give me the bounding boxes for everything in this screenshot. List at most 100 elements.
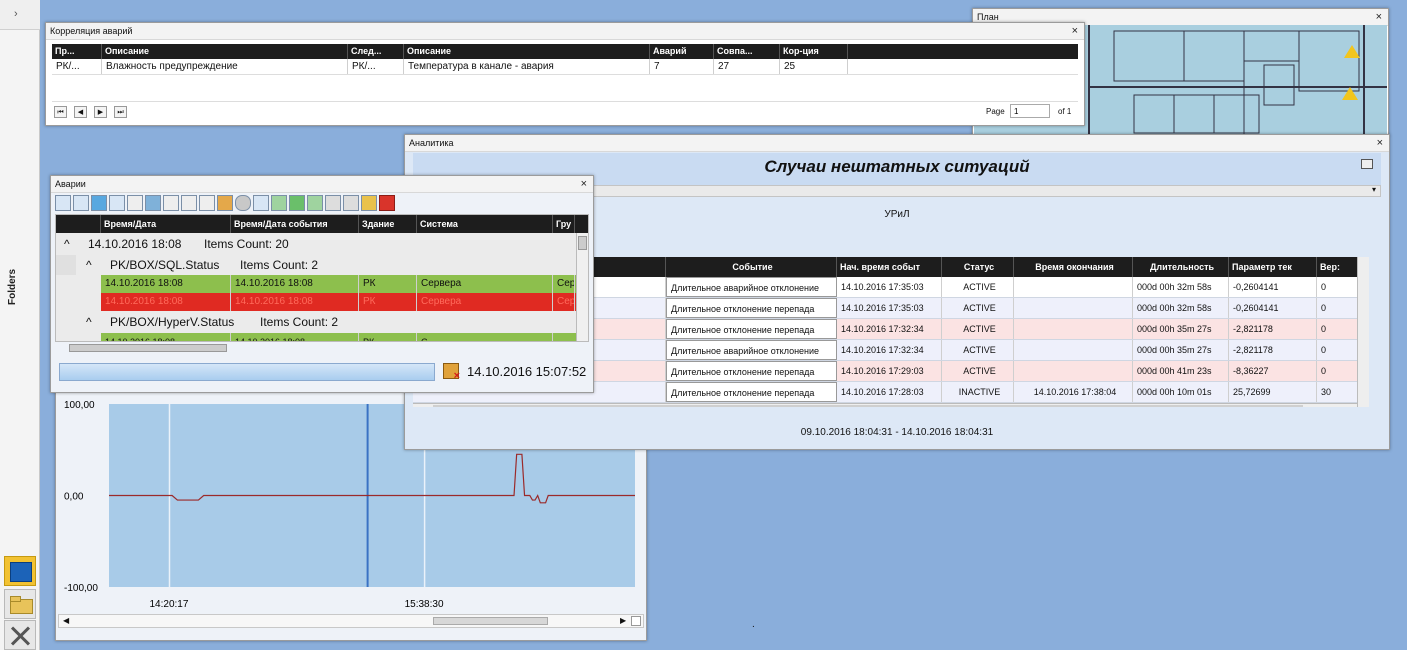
col-header[interactable]: Здание [359, 215, 417, 233]
excel-icon[interactable] [289, 195, 305, 211]
filter-icon[interactable] [145, 195, 161, 211]
collapse-icon[interactable]: ^ [86, 255, 92, 275]
cell: 27 [714, 59, 780, 74]
first-page-button[interactable]: ⏮ [54, 106, 67, 118]
table-icon[interactable] [109, 195, 125, 211]
group-label: 14.10.2016 18:08 [88, 237, 182, 251]
page-input[interactable] [1010, 104, 1050, 118]
col-header[interactable]: Совпа... [714, 44, 780, 59]
tools-icon[interactable] [4, 620, 36, 650]
close-icon[interactable]: × [1377, 136, 1383, 150]
scroll-left-icon[interactable]: ◀ [63, 615, 69, 627]
col-header[interactable]: Нач. время событ [837, 257, 942, 277]
col-header[interactable]: Параметр тек [1229, 257, 1317, 277]
table-row[interactable]: 14.10.2016 18:08 14.10.2016 18:08 РК Сер… [56, 275, 588, 293]
table-row[interactable]: 14.10.2016 18:08 14.10.2016 18:08 РК Сер… [56, 293, 588, 311]
scroll-thumb[interactable] [433, 405, 1303, 407]
last-page-button[interactable]: ⏭ [114, 106, 127, 118]
table-row[interactable]: 14.10.2016 18:08 14.10.2016 18:08 РК С..… [56, 333, 588, 341]
add-icon[interactable] [73, 195, 89, 211]
print-icon[interactable] [325, 195, 341, 211]
close-icon[interactable]: × [1072, 24, 1078, 38]
warning-icon[interactable] [1342, 87, 1358, 100]
blue-square-icon[interactable] [4, 556, 36, 586]
copy-icon[interactable] [163, 195, 179, 211]
doc-icon[interactable] [199, 195, 215, 211]
horizontal-scrollbar[interactable] [55, 343, 575, 353]
col-header[interactable]: Описание [102, 44, 348, 59]
close-icon[interactable]: × [1376, 10, 1382, 24]
group-row[interactable]: ^ PK/BOX/HyperV.Status Items Count: 2 [56, 311, 588, 334]
vertical-scrollbar[interactable] [1357, 257, 1369, 407]
pager-bar: ⏮ ◀ ▶ ⏭ Page of 1 [52, 101, 1078, 121]
next-page-button[interactable]: ▶ [94, 106, 107, 118]
trend-scroll-thumb[interactable] [433, 617, 548, 625]
group-row[interactable]: ^ 14.10.2016 18:08 Items Count: 20 [56, 233, 588, 256]
dropdown-icon[interactable]: ▾ [1372, 185, 1376, 194]
up-icon[interactable] [91, 195, 107, 211]
cell: Сервера [417, 293, 553, 311]
settings-icon[interactable] [235, 195, 251, 211]
cell: Длительное отклонение перепада [666, 361, 837, 381]
table-row[interactable]: РК/... Влажность предупреждение РК/... Т… [52, 59, 1078, 75]
col-header[interactable]: Время окончания [1014, 257, 1133, 277]
col-header[interactable] [56, 215, 101, 233]
collapse-icon[interactable]: ^ [64, 233, 70, 255]
export-icon[interactable] [271, 195, 287, 211]
cell: 0 [1317, 361, 1361, 381]
scroll-thumb[interactable] [69, 344, 227, 352]
close-red-icon[interactable] [379, 195, 395, 211]
expand-icon[interactable] [631, 616, 641, 626]
group-row[interactable]: ^ PK/BOX/SQL.Status Items Count: 2 [56, 255, 588, 276]
col-header[interactable]: Вер: [1317, 257, 1361, 277]
scroll-thumb[interactable] [578, 236, 587, 250]
page-label: Page [986, 107, 1005, 116]
correlation-header: Пр... Описание След... Описание Аварий С… [52, 44, 1078, 59]
cell: Длительное отклонение перепада [666, 382, 837, 402]
col-header[interactable]: Система [417, 215, 553, 233]
chevron-right-icon[interactable]: › [14, 8, 18, 20]
refresh-icon[interactable] [307, 195, 323, 211]
delete-icon[interactable] [217, 195, 233, 211]
col-header[interactable]: Пр... [52, 44, 102, 59]
cell: Длительное отклонение перепада [666, 298, 837, 318]
close-icon[interactable]: × [581, 177, 587, 191]
prev-page-button[interactable]: ◀ [74, 106, 87, 118]
col-header[interactable]: Время/Дата события [231, 215, 359, 233]
col-header[interactable]: След... [348, 44, 404, 59]
cell: ACTIVE [942, 319, 1014, 339]
col-header[interactable]: Аварий [650, 44, 714, 59]
col-header[interactable]: Событие [666, 257, 837, 277]
trend-scrollbar[interactable]: ◀ ▶ [58, 614, 644, 628]
cell: 14.10.2016 17:32:34 [837, 319, 942, 339]
col-header[interactable]: Описание [404, 44, 650, 59]
progress-bar [59, 363, 435, 381]
sort-icon[interactable] [127, 195, 143, 211]
alarms-window: Аварии × Время/Дата Время/Дата события З… [50, 175, 594, 393]
print-icon[interactable] [1361, 159, 1373, 169]
horizontal-scrollbar[interactable] [413, 403, 1357, 407]
x-tick-label: 15:38:30 [405, 599, 444, 610]
cell: 14.10.2016 17:38:04 [1014, 382, 1133, 402]
col-header[interactable]: Гру [553, 215, 575, 233]
paste-icon[interactable] [181, 195, 197, 211]
scroll-right-icon[interactable]: ▶ [620, 615, 626, 627]
col-header[interactable]: Длительность [1133, 257, 1229, 277]
bookmark-icon[interactable] [361, 195, 377, 211]
col-header[interactable]: Статус [942, 257, 1014, 277]
vertical-scrollbar[interactable] [576, 233, 588, 341]
folders-label[interactable]: Folders [7, 262, 33, 312]
page-icon[interactable] [253, 195, 269, 211]
cell: Сер [553, 275, 575, 293]
folder-icon[interactable] [4, 589, 36, 619]
col-header[interactable]: Время/Дата [101, 215, 231, 233]
cell [1014, 361, 1133, 381]
clear-alarms-icon[interactable]: × [443, 363, 460, 382]
warning-icon[interactable] [1344, 45, 1360, 58]
collapse-icon[interactable]: ^ [86, 311, 92, 333]
cell: Длительное отклонение перепада [666, 319, 837, 339]
print-preview-icon[interactable] [343, 195, 359, 211]
col-header[interactable]: Кор-ция [780, 44, 848, 59]
rail-expand-button[interactable] [0, 0, 40, 30]
grid-icon[interactable] [55, 195, 71, 211]
